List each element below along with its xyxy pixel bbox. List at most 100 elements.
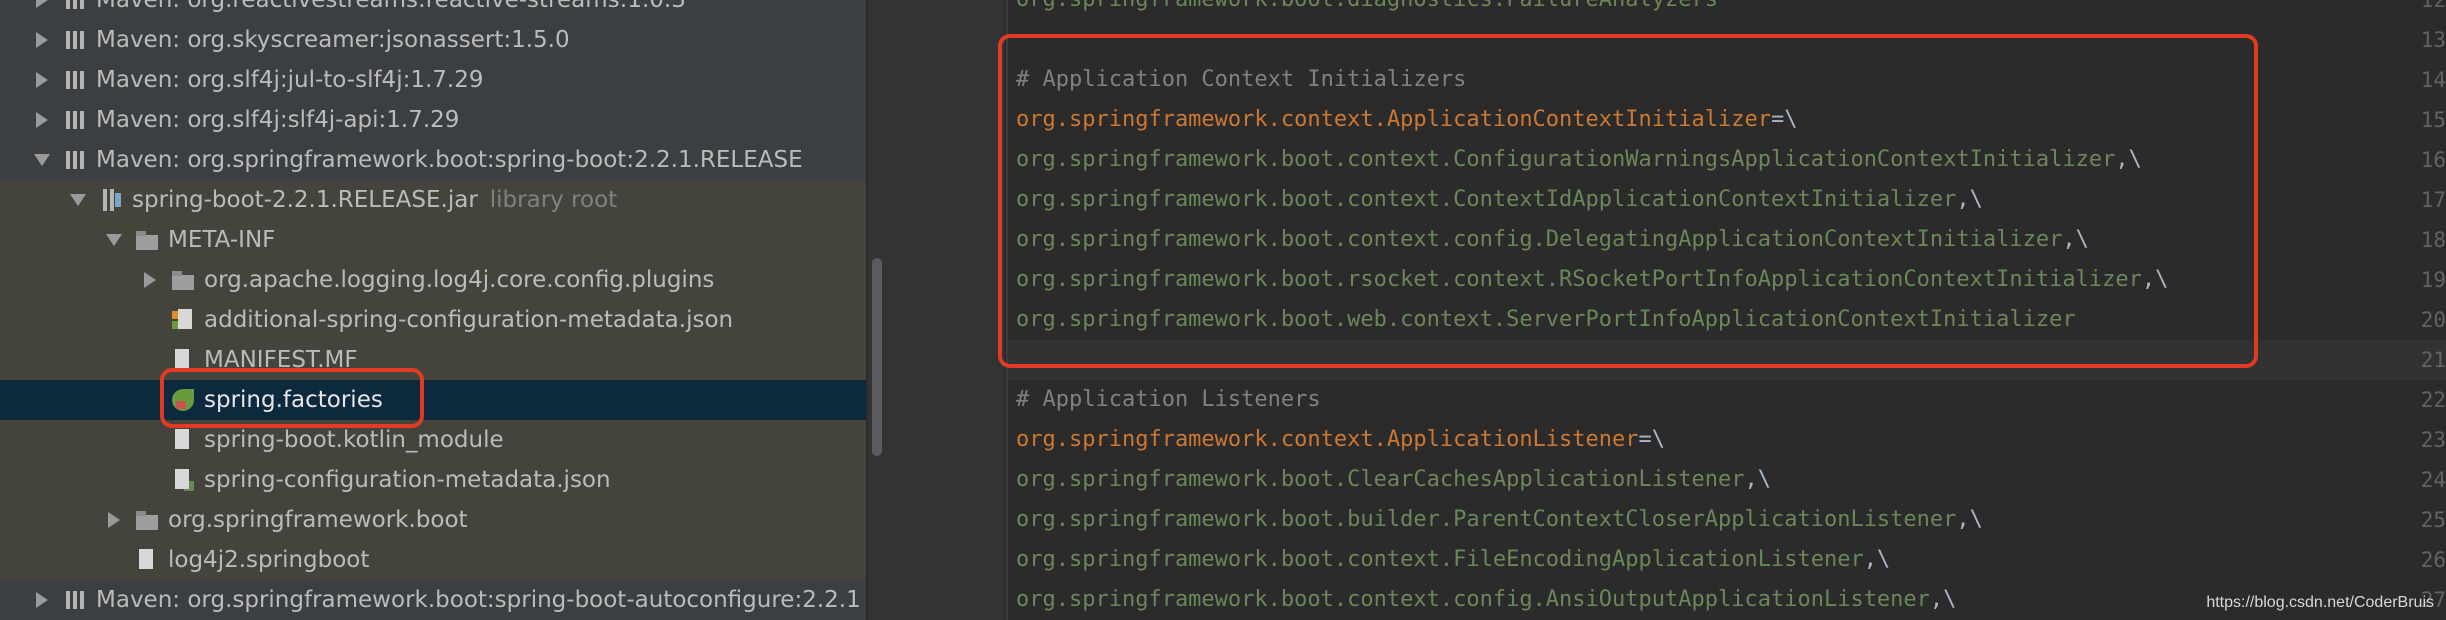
expand-arrow-icon[interactable] bbox=[108, 512, 120, 528]
line-number: 15 bbox=[2420, 108, 2446, 132]
folder-icon bbox=[136, 509, 158, 531]
expand-arrow-icon[interactable] bbox=[36, 592, 48, 608]
tree-row-label: org.springframework.boot bbox=[168, 507, 468, 533]
code-line[interactable]: org.springframework.boot.rsocket.context… bbox=[1016, 260, 2168, 300]
property-key: org.springframework.context.ApplicationL… bbox=[1016, 427, 1639, 452]
collapse-arrow-icon[interactable] bbox=[34, 154, 50, 166]
tree-row-spring-boot[interactable]: Maven: org.springframework.boot:spring-b… bbox=[0, 140, 866, 180]
json-file-icon bbox=[172, 469, 194, 491]
property-value: org.springframework.boot.context.Configu… bbox=[1016, 147, 2116, 172]
property-value: org.springframework.boot.context.config.… bbox=[1016, 587, 1930, 612]
library-icon bbox=[64, 0, 86, 11]
code-line[interactable]: org.springframework.boot.web.context.Ser… bbox=[1016, 300, 2076, 340]
library-icon bbox=[64, 589, 86, 611]
tree-row-additional-metadata[interactable]: additional-spring-configuration-metadata… bbox=[0, 300, 866, 340]
code-line[interactable]: org.springframework.boot.builder.ParentC… bbox=[1016, 500, 1983, 540]
code-line[interactable]: org.springframework.context.ApplicationL… bbox=[1016, 420, 1665, 460]
json-file-icon bbox=[172, 309, 194, 331]
line-continuation: ,\ bbox=[1863, 547, 1891, 572]
line-number: 25 bbox=[2420, 508, 2446, 532]
line-number-gutter bbox=[886, 0, 1004, 620]
property-value: org.springframework.boot.ClearCachesAppl… bbox=[1016, 467, 1745, 492]
library-icon bbox=[64, 29, 86, 51]
code-line[interactable]: org.springframework.boot.context.config.… bbox=[1016, 220, 2089, 260]
project-tree[interactable]: Maven: org.reactivestreams:reactive-stre… bbox=[0, 0, 866, 620]
tree-row-meta-inf[interactable]: META-INF bbox=[0, 220, 866, 260]
line-number: 21 bbox=[2420, 348, 2446, 372]
tree-row-config-metadata[interactable]: spring-configuration-metadata.json bbox=[0, 460, 866, 500]
line-number: 16 bbox=[2420, 148, 2446, 172]
tree-row-label: spring-configuration-metadata.json bbox=[204, 467, 611, 493]
tree-row-jsonassert[interactable]: Maven: org.skyscreamer:jsonassert:1.5.0 bbox=[0, 20, 866, 60]
code-comment: # Application Listeners bbox=[1016, 387, 1321, 412]
library-icon bbox=[64, 109, 86, 131]
tree-row-slf4j-api[interactable]: Maven: org.slf4j:slf4j-api:1.7.29 bbox=[0, 100, 866, 140]
tree-row-label: MANIFEST.MF bbox=[204, 347, 358, 373]
line-continuation: ,\ bbox=[1956, 507, 1983, 532]
tree-row-jul-to-slf4j[interactable]: Maven: org.slf4j:jul-to-slf4j:1.7.29 bbox=[0, 60, 866, 100]
ide-window: Maven: org.reactivestreams:reactive-stre… bbox=[0, 0, 2446, 620]
line-number: 22 bbox=[2420, 388, 2446, 412]
expand-arrow-icon[interactable] bbox=[36, 72, 48, 88]
line-number: 20 bbox=[2420, 308, 2446, 332]
library-icon bbox=[64, 149, 86, 171]
file-icon bbox=[136, 549, 158, 571]
line-continuation: ,\ bbox=[2062, 227, 2089, 252]
property-value: org.springframework.boot.web.context.Ser… bbox=[1016, 307, 2076, 332]
tree-scrollbar-thumb[interactable] bbox=[872, 258, 882, 456]
tree-row-label: spring-boot-2.2.1.RELEASE.jar bbox=[132, 187, 478, 213]
code-line[interactable]: org.springframework.context.ApplicationC… bbox=[1016, 100, 1797, 140]
tree-row-label: spring-boot.kotlin_module bbox=[204, 427, 504, 453]
tree-row-label: additional-spring-configuration-metadata… bbox=[204, 307, 734, 333]
expand-arrow-icon[interactable] bbox=[144, 272, 156, 288]
line-number: 13 bbox=[2420, 28, 2446, 52]
library-root-hint: library root bbox=[489, 187, 618, 213]
property-value: org.springframework.boot.rsocket.context… bbox=[1016, 267, 2142, 292]
code-line[interactable]: # Application Context Initializers bbox=[1016, 60, 1466, 100]
expand-arrow-icon[interactable] bbox=[36, 32, 48, 48]
code-line[interactable]: org.springframework.boot.context.Context… bbox=[1016, 180, 1983, 220]
expand-arrow-icon[interactable] bbox=[36, 0, 48, 8]
spring-file-icon bbox=[172, 389, 194, 411]
watermark: https://blog.csdn.net/CoderBruis bbox=[2206, 594, 2434, 611]
tree-scrollbar[interactable] bbox=[868, 0, 886, 620]
line-continuation: ,\ bbox=[1929, 587, 1957, 612]
line-number: 14 bbox=[2420, 68, 2446, 92]
tree-row-spring-boot-jar[interactable]: spring-boot-2.2.1.RELEASE.jar library ro… bbox=[0, 180, 866, 220]
line-continuation: =\ bbox=[1638, 427, 1666, 452]
code-line[interactable]: org.springframework.boot.ClearCachesAppl… bbox=[1016, 460, 1771, 500]
library-icon bbox=[64, 69, 86, 91]
tree-row-reactive-streams[interactable]: Maven: org.reactivestreams:reactive-stre… bbox=[0, 0, 866, 20]
line-number: 24 bbox=[2420, 468, 2446, 492]
tree-row-log4j-plugins[interactable]: org.apache.logging.log4j.core.config.plu… bbox=[0, 260, 866, 300]
code-line[interactable]: org.springframework.boot.diagnostics.Fai… bbox=[1016, 0, 1718, 20]
line-continuation: ,\ bbox=[1956, 187, 1983, 212]
code-editor[interactable]: 12 13 14 15 16 17 18 19 20 21 22 23 24 2… bbox=[886, 0, 2446, 620]
tree-row-org-springframework-boot[interactable]: org.springframework.boot bbox=[0, 500, 866, 540]
code-line[interactable]: org.springframework.boot.context.Configu… bbox=[1016, 140, 2142, 180]
line-number: 18 bbox=[2420, 228, 2446, 252]
code-line[interactable]: org.springframework.boot.context.FileEnc… bbox=[1016, 540, 1890, 580]
collapse-arrow-icon[interactable] bbox=[70, 194, 86, 206]
code-line[interactable]: org.springframework.boot.context.config.… bbox=[1016, 580, 1956, 620]
code-comment: # Application Context Initializers bbox=[1016, 67, 1467, 92]
tree-row-label: Maven: org.springframework.boot:spring-b… bbox=[96, 587, 861, 613]
collapse-arrow-icon[interactable] bbox=[106, 234, 122, 246]
expand-arrow-icon[interactable] bbox=[36, 112, 48, 128]
tree-row-label: Maven: org.slf4j:jul-to-slf4j:1.7.29 bbox=[96, 67, 484, 93]
file-icon bbox=[172, 429, 194, 451]
tree-row-spring-boot-autoconfigure[interactable]: Maven: org.springframework.boot:spring-b… bbox=[0, 580, 866, 620]
tree-row-spring-factories[interactable]: spring.factories bbox=[0, 380, 866, 420]
tree-row-log4j2-springboot[interactable]: log4j2.springboot bbox=[0, 540, 866, 580]
line-continuation: ,\ bbox=[1744, 467, 1771, 492]
current-line-highlight bbox=[1008, 340, 2446, 380]
line-number: 17 bbox=[2420, 188, 2446, 212]
code-line[interactable]: # Application Listeners bbox=[1016, 380, 1321, 420]
line-continuation: ,\ bbox=[2115, 147, 2142, 172]
tree-row-manifest[interactable]: MANIFEST.MF bbox=[0, 340, 866, 380]
tree-row-kotlin-module[interactable]: spring-boot.kotlin_module bbox=[0, 420, 866, 460]
property-value: org.springframework.boot.builder.ParentC… bbox=[1016, 507, 1957, 532]
tree-row-label: log4j2.springboot bbox=[168, 547, 370, 573]
tree-row-label: spring.factories bbox=[204, 387, 383, 413]
property-value: org.springframework.boot.context.FileEnc… bbox=[1016, 547, 1864, 572]
